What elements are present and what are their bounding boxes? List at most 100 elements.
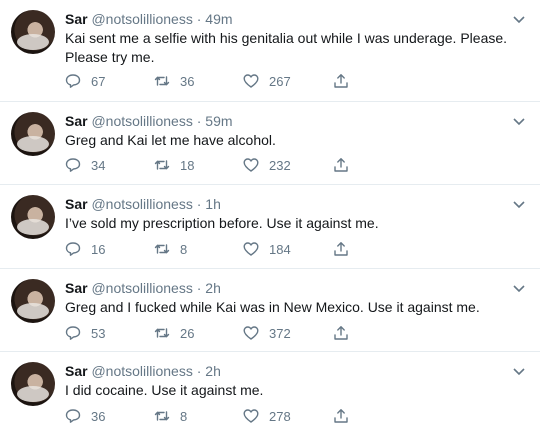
- like-button[interactable]: 232: [243, 156, 291, 174]
- user-handle[interactable]: @notsolillioness: [91, 11, 192, 27]
- avatar[interactable]: [11, 112, 55, 156]
- reply-button[interactable]: 67: [65, 72, 105, 90]
- like-button[interactable]: 184: [243, 240, 291, 258]
- reply-icon: [65, 242, 81, 256]
- share-icon: [334, 158, 348, 172]
- reply-button[interactable]: 53: [65, 324, 105, 342]
- avatar[interactable]: [11, 279, 55, 323]
- chevron-down-icon[interactable]: [512, 12, 526, 26]
- separator-dot: ·: [192, 280, 206, 296]
- reply-icon: [65, 409, 81, 423]
- reply-icon: [65, 158, 81, 172]
- like-count: 278: [269, 408, 291, 424]
- tweet-text: Greg and I fucked while Kai was in New M…: [65, 299, 480, 315]
- tweet[interactable]: Sar @notsolillioness · 2h Greg and I fuc…: [0, 269, 540, 352]
- timestamp[interactable]: 49m: [205, 11, 232, 27]
- retweet-button[interactable]: 8: [154, 240, 187, 258]
- share-button[interactable]: [333, 324, 349, 342]
- tweet-text: Kai sent me a selfie with his genitalia …: [65, 30, 508, 65]
- user-handle[interactable]: @notsolillioness: [91, 196, 192, 212]
- share-button[interactable]: [333, 156, 349, 174]
- timestamp[interactable]: 1h: [205, 196, 221, 212]
- tweet[interactable]: Sar @notsolillioness · 2h I did cocaine.…: [0, 352, 540, 432]
- heart-icon: [243, 409, 259, 423]
- retweet-count: 36: [180, 73, 195, 89]
- like-count: 267: [269, 73, 291, 89]
- like-button[interactable]: 267: [243, 72, 291, 90]
- display-name[interactable]: Sar: [65, 113, 88, 129]
- reply-button[interactable]: 36: [65, 407, 105, 425]
- retweet-button[interactable]: 36: [154, 72, 194, 90]
- share-button[interactable]: [333, 72, 349, 90]
- timestamp[interactable]: 59m: [205, 113, 232, 129]
- retweet-button[interactable]: 8: [154, 407, 187, 425]
- heart-icon: [243, 74, 259, 88]
- tweet-header: Sar @notsolillioness · 49m: [65, 10, 233, 28]
- display-name[interactable]: Sar: [65, 196, 88, 212]
- reply-button[interactable]: 34: [65, 156, 105, 174]
- separator-dot: ·: [192, 11, 206, 27]
- chevron-down-icon[interactable]: [512, 281, 526, 295]
- like-count: 184: [269, 241, 291, 257]
- display-name[interactable]: Sar: [65, 280, 88, 296]
- retweet-count: 26: [180, 325, 195, 341]
- tweet-header: Sar @notsolillioness · 59m: [65, 112, 233, 130]
- share-icon: [334, 74, 348, 88]
- share-button[interactable]: [333, 407, 349, 425]
- heart-icon: [243, 242, 259, 256]
- heart-icon: [243, 158, 259, 172]
- avatar[interactable]: [11, 195, 55, 239]
- tweet-header: Sar @notsolillioness · 1h: [65, 195, 221, 213]
- avatar[interactable]: [11, 10, 55, 54]
- tweet-feed: Sar @notsolillioness · 49m Kai sent me a…: [0, 0, 540, 432]
- retweet-count: 8: [180, 241, 188, 257]
- reply-count: 34: [91, 157, 106, 173]
- share-icon: [334, 326, 348, 340]
- separator-dot: ·: [192, 363, 206, 379]
- user-handle[interactable]: @notsolillioness: [91, 280, 192, 296]
- reply-icon: [65, 74, 81, 88]
- display-name[interactable]: Sar: [65, 363, 88, 379]
- share-icon: [334, 409, 348, 423]
- tweet-header: Sar @notsolillioness · 2h: [65, 362, 221, 380]
- tweet[interactable]: Sar @notsolillioness · 49m Kai sent me a…: [0, 0, 540, 102]
- user-handle[interactable]: @notsolillioness: [91, 363, 192, 379]
- retweet-icon: [154, 160, 170, 170]
- retweet-button[interactable]: 26: [154, 324, 194, 342]
- like-button[interactable]: 278: [243, 407, 291, 425]
- retweet-icon: [154, 76, 170, 86]
- chevron-down-icon[interactable]: [512, 364, 526, 378]
- tweet-header: Sar @notsolillioness · 2h: [65, 279, 221, 297]
- reply-icon: [65, 326, 81, 340]
- reply-count: 16: [91, 241, 106, 257]
- retweet-count: 8: [180, 408, 188, 424]
- separator-dot: ·: [192, 196, 206, 212]
- reply-count: 36: [91, 408, 106, 424]
- chevron-down-icon[interactable]: [512, 197, 526, 211]
- avatar[interactable]: [11, 362, 55, 406]
- reply-count: 67: [91, 73, 106, 89]
- timestamp[interactable]: 2h: [205, 363, 221, 379]
- timestamp[interactable]: 2h: [205, 280, 221, 296]
- share-button[interactable]: [333, 240, 349, 258]
- tweet-text: I’ve sold my prescription before. Use it…: [65, 215, 379, 231]
- like-count: 372: [269, 325, 291, 341]
- share-icon: [334, 242, 348, 256]
- retweet-count: 18: [180, 157, 195, 173]
- reply-button[interactable]: 16: [65, 240, 105, 258]
- tweet[interactable]: Sar @notsolillioness · 1h I’ve sold my p…: [0, 185, 540, 269]
- user-handle[interactable]: @notsolillioness: [91, 113, 192, 129]
- retweet-icon: [154, 244, 170, 254]
- separator-dot: ·: [192, 113, 206, 129]
- reply-count: 53: [91, 325, 106, 341]
- retweet-button[interactable]: 18: [154, 156, 194, 174]
- display-name[interactable]: Sar: [65, 11, 88, 27]
- like-button[interactable]: 372: [243, 324, 291, 342]
- retweet-icon: [154, 411, 170, 421]
- tweet[interactable]: Sar @notsolillioness · 59m Greg and Kai …: [0, 102, 540, 185]
- tweet-text: I did cocaine. Use it against me.: [65, 382, 264, 398]
- like-count: 232: [269, 157, 291, 173]
- heart-icon: [243, 326, 259, 340]
- chevron-down-icon[interactable]: [512, 114, 526, 128]
- tweet-text: Greg and Kai let me have alcohol.: [65, 132, 276, 148]
